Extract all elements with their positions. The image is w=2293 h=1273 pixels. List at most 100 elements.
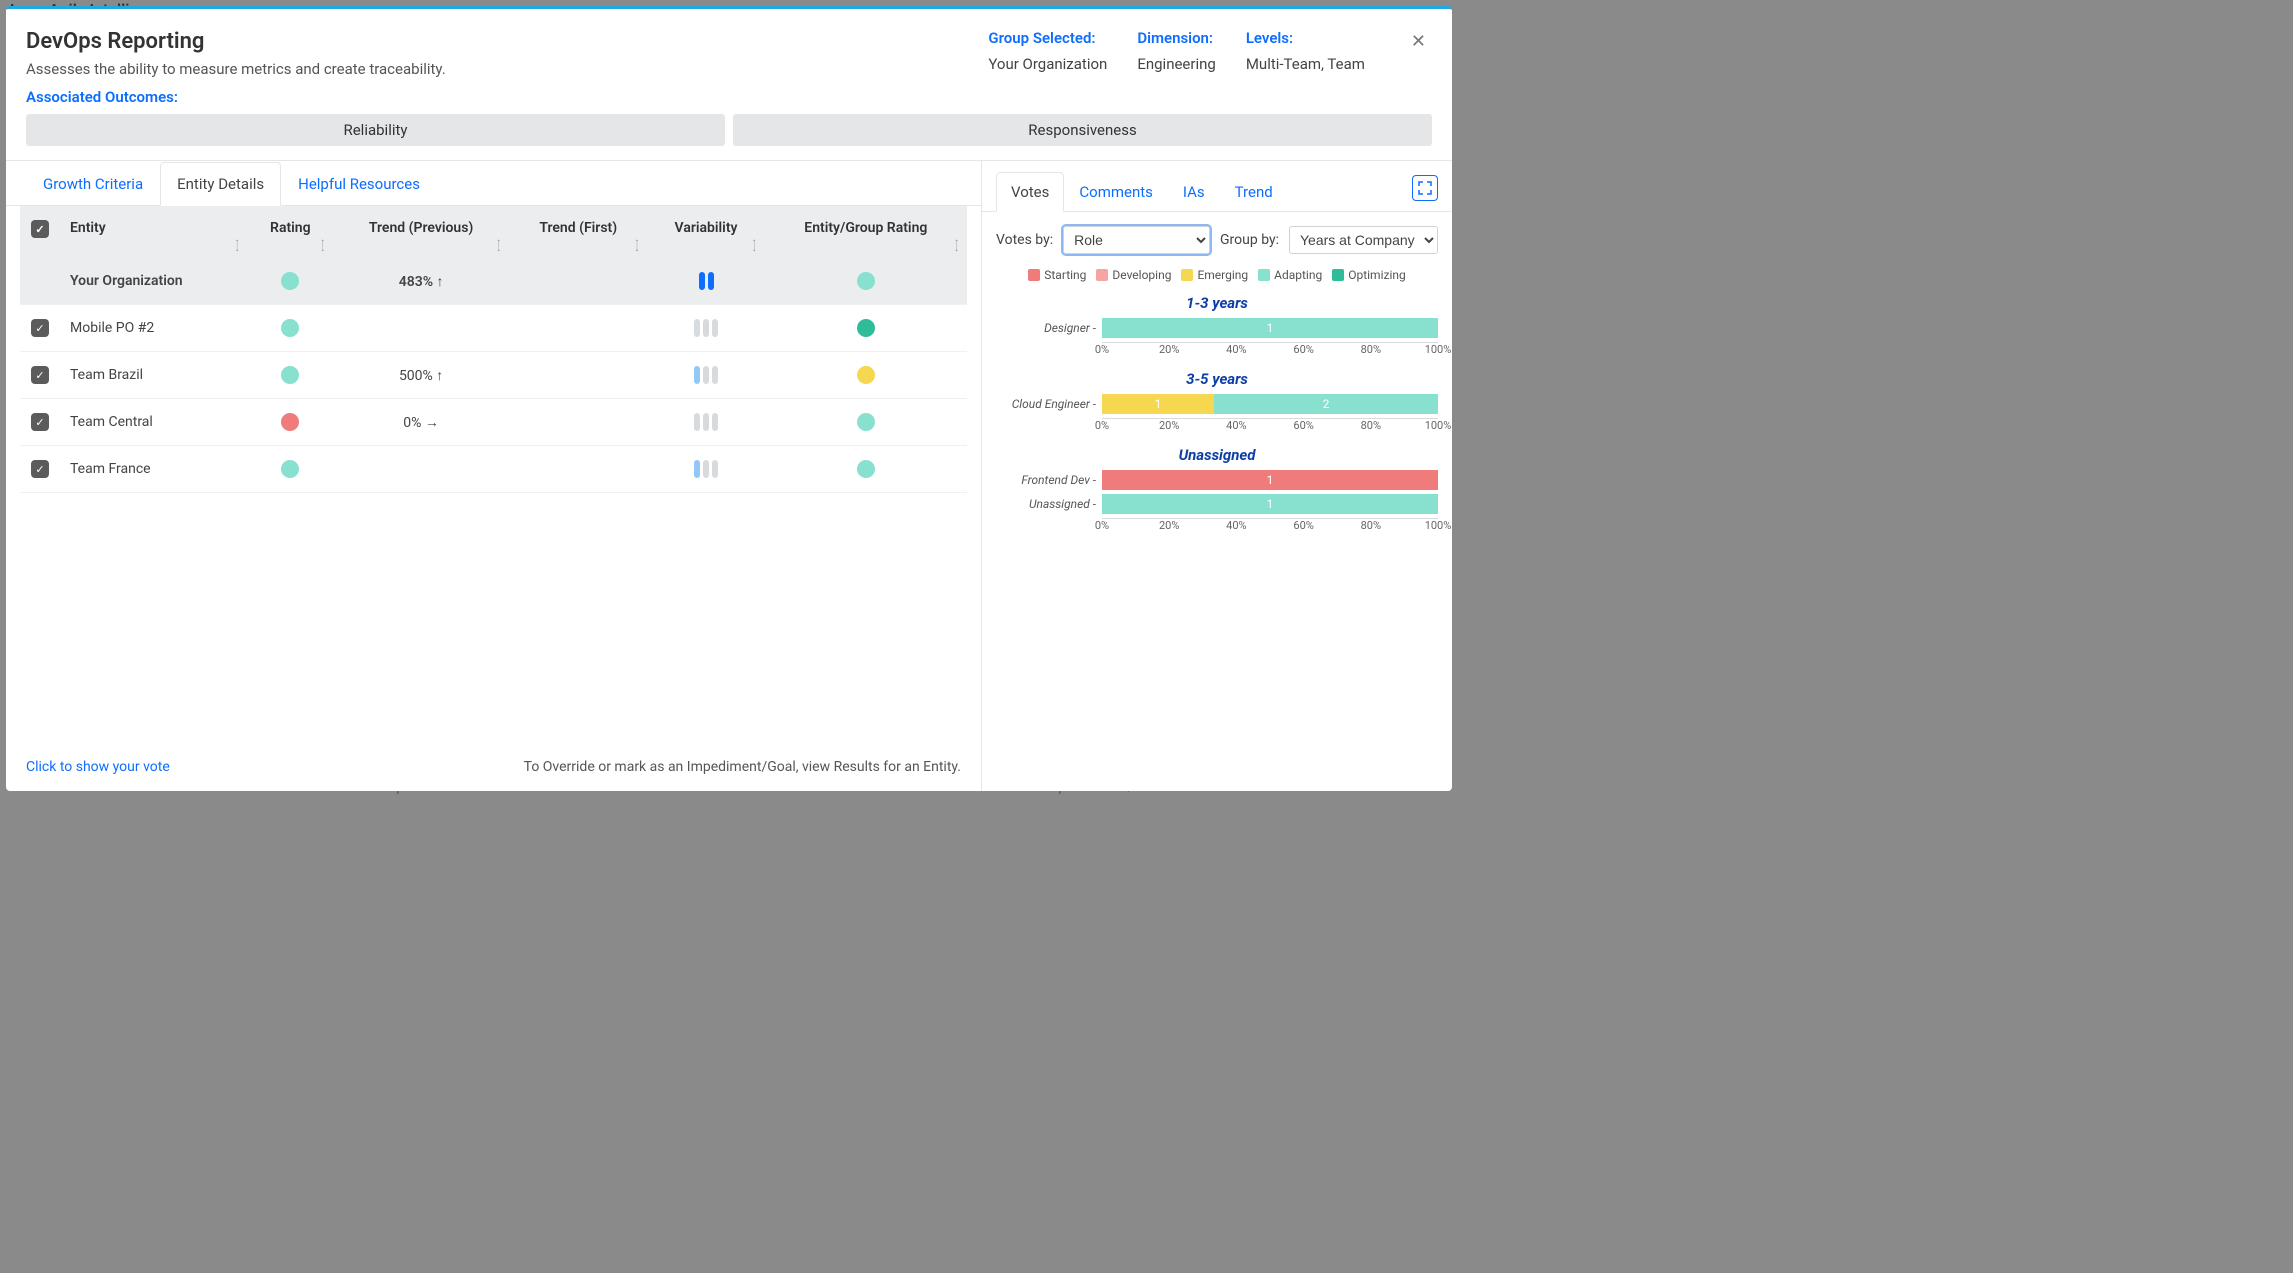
chart-title: Unassigned — [996, 446, 1438, 464]
variability-bars — [699, 272, 714, 290]
chart-axis: 0%20%40%60%80%100% — [1102, 418, 1438, 436]
meta-dimension-label: Dimension: — [1137, 29, 1216, 47]
col-variability[interactable]: Variability↑↓ — [647, 206, 764, 258]
trend-prev — [333, 446, 509, 493]
tab-trend[interactable]: Trend — [1220, 172, 1288, 212]
meta-group-value: Your Organization — [988, 55, 1107, 73]
chart-legend: Starting Developing Emerging Adapting Optimi… — [982, 262, 1452, 292]
group-by-label: Group by: — [1220, 232, 1279, 248]
arrow-up-icon — [436, 368, 443, 384]
axis-tick: 60% — [1293, 519, 1313, 532]
chart-bar: 1 — [1102, 318, 1438, 338]
table-row: ✓ Team Brazil 500% — [20, 352, 967, 399]
arrow-right-icon — [425, 415, 439, 431]
tab-entity-details[interactable]: Entity Details — [160, 162, 281, 206]
group-rating-dot — [857, 319, 875, 337]
charts-container: 1-3 yearsDesigner -10%20%40%60%80%100%3-… — [982, 292, 1452, 544]
chart-segment: 2 — [1214, 394, 1438, 414]
chart-row: Designer -1 — [996, 318, 1438, 338]
chart-row: Unassigned - 1 — [996, 494, 1438, 514]
axis-tick: 80% — [1361, 519, 1381, 532]
chart-segment: 1 — [1102, 318, 1438, 338]
axis-tick: 40% — [1226, 343, 1246, 356]
trend-prev: 0% — [333, 399, 509, 446]
axis-tick: 40% — [1226, 419, 1246, 432]
row-checkbox[interactable]: ✓ — [31, 319, 49, 337]
rating-dot — [281, 413, 299, 431]
meta-dimension: Dimension: Engineering — [1137, 29, 1216, 73]
chart-axis: 0%20%40%60%80%100% — [1102, 518, 1438, 536]
tab-helpful-resources[interactable]: Helpful Resources — [281, 162, 437, 206]
trend-prev — [333, 305, 509, 352]
legend-swatch — [1096, 269, 1108, 281]
group-by-select[interactable]: Years at Company — [1289, 226, 1438, 254]
row-checkbox[interactable]: ✓ — [31, 366, 49, 384]
left-tabs: Growth Criteria Entity Details Helpful R… — [6, 161, 981, 206]
entity-name: Team Central — [60, 399, 248, 446]
entity-name: Team Brazil — [60, 352, 248, 399]
votes-by-select[interactable]: Role — [1063, 226, 1210, 254]
axis-tick: 20% — [1159, 343, 1179, 356]
tab-comments[interactable]: Comments — [1064, 172, 1168, 212]
col-entity-group-rating[interactable]: Entity/Group Rating↑↓ — [765, 206, 967, 258]
votes-by-label: Votes by: — [996, 232, 1053, 248]
meta-levels-label: Levels: — [1246, 29, 1365, 47]
trend-prev: 500% — [333, 352, 509, 399]
chart-segment: 1 — [1102, 470, 1438, 490]
close-icon[interactable]: ✕ — [1405, 29, 1432, 54]
col-trend-prev[interactable]: Trend (Previous)↑↓ — [333, 206, 509, 258]
chart-row: Cloud Engineer - 12 — [996, 394, 1438, 414]
chart-axis: 0%20%40%60%80%100% — [1102, 342, 1438, 360]
col-trend-first[interactable]: Trend (First)↑↓ — [509, 206, 647, 258]
modal-devops-reporting: DevOps Reporting Assesses the ability to… — [6, 6, 1452, 791]
variability-bars — [694, 319, 718, 337]
legend-label: Developing — [1112, 268, 1171, 282]
chart-bar: 1 — [1102, 494, 1438, 514]
page-subtitle: Assesses the ability to measure metrics … — [26, 60, 988, 78]
modal-header: DevOps Reporting Assesses the ability to… — [6, 9, 1452, 88]
tab-growth-criteria[interactable]: Growth Criteria — [26, 162, 160, 206]
select-all-checkbox[interactable]: ✓ — [31, 220, 49, 238]
expand-icon[interactable] — [1412, 175, 1438, 201]
tab-ias[interactable]: IAs — [1168, 172, 1220, 212]
chart-row-label: Unassigned - — [996, 497, 1096, 511]
legend-item: Developing — [1096, 268, 1171, 282]
meta-group-label: Group Selected: — [988, 29, 1107, 47]
col-entity[interactable]: Entity↑↓ — [60, 206, 248, 258]
legend-label: Starting — [1044, 268, 1086, 282]
trend-prev: 483% — [333, 258, 509, 305]
legend-item: Starting — [1028, 268, 1086, 282]
chart-title: 3-5 years — [996, 370, 1438, 388]
outcome-pills: Reliability Responsiveness — [6, 114, 1452, 160]
chart-segment: 1 — [1102, 394, 1214, 414]
legend-item: Adapting — [1258, 268, 1322, 282]
chart-segment: 1 — [1102, 494, 1438, 514]
trend-first — [509, 399, 647, 446]
legend-swatch — [1181, 269, 1193, 281]
outcome-responsiveness[interactable]: Responsiveness — [733, 114, 1432, 146]
meta-group-selected: Group Selected: Your Organization — [988, 29, 1107, 73]
meta-dimension-value: Engineering — [1137, 55, 1216, 73]
table-row: ✓ Team France — [20, 446, 967, 493]
meta-levels: Levels: Multi-Team, Team — [1246, 29, 1365, 73]
legend-item: Emerging — [1181, 268, 1248, 282]
table-row: ✓Mobile PO #2 — [20, 305, 967, 352]
row-checkbox[interactable]: ✓ — [31, 460, 49, 478]
chart-block: UnassignedFrontend Dev -1Unassigned -10%… — [982, 444, 1452, 544]
right-panel: Votes Comments IAs Trend Votes by: Role … — [982, 161, 1452, 791]
row-checkbox[interactable]: ✓ — [31, 413, 49, 431]
legend-label: Optimizing — [1348, 268, 1406, 282]
axis-tick: 80% — [1361, 419, 1381, 432]
associated-outcomes-label: Associated Outcomes: — [6, 88, 1452, 114]
chart-row: Frontend Dev -1 — [996, 470, 1438, 490]
right-tabs: Votes Comments IAs Trend — [996, 171, 1288, 211]
rating-dot — [281, 366, 299, 384]
chart-row-label: Cloud Engineer - — [996, 397, 1096, 411]
show-your-vote-link[interactable]: Click to show your vote — [26, 759, 170, 775]
trend-first — [509, 258, 647, 305]
legend-swatch — [1332, 269, 1344, 281]
col-rating[interactable]: Rating↑↓ — [248, 206, 334, 258]
entity-name: Team France — [60, 446, 248, 493]
tab-votes[interactable]: Votes — [996, 172, 1064, 212]
outcome-reliability[interactable]: Reliability — [26, 114, 725, 146]
